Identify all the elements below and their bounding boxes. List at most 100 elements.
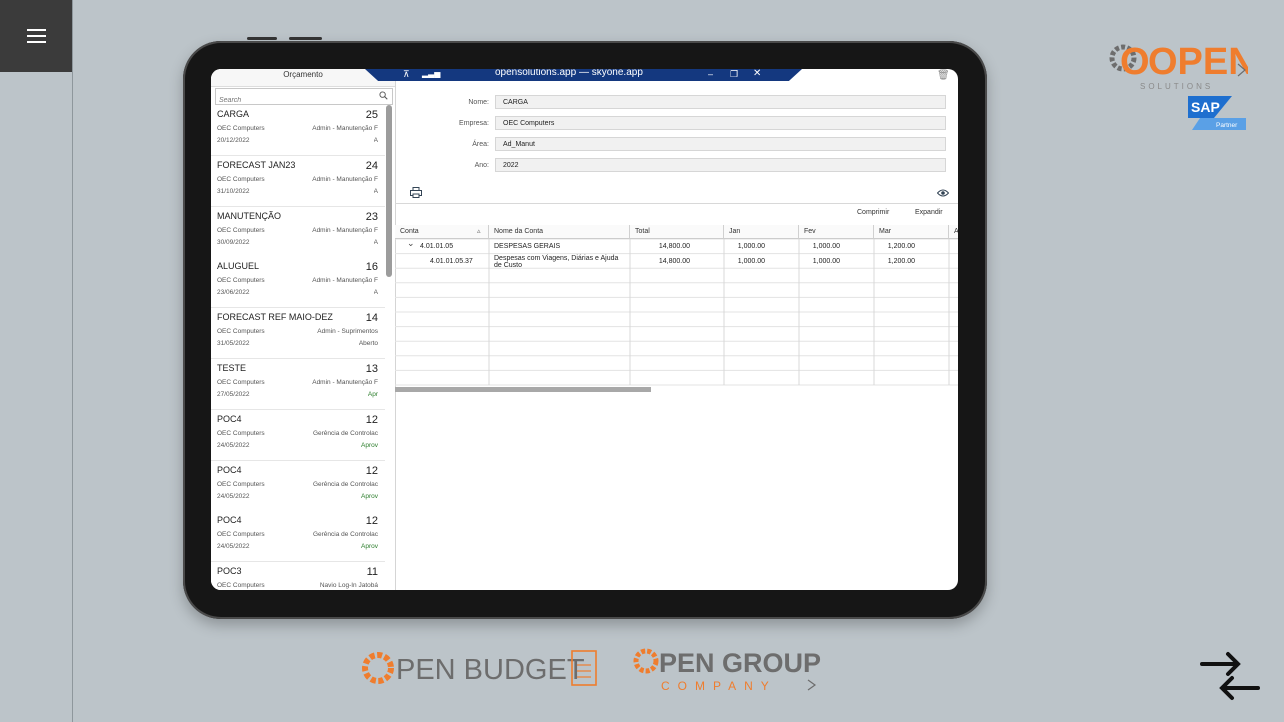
trash-icon[interactable]: 🗑 [937, 70, 950, 81]
ano-label: Ano: [474, 162, 489, 169]
grid-row[interactable]: ⌄ 4.01.01.05 DESPESAS GERAIS 14,800.00 1,000… [395, 238, 958, 255]
budget-list-pane: Orçamento CARGA 25 OEC Computers Admin - Ma… [211, 69, 396, 590]
remote-host-title: opensolutions.app — skyone.app [495, 69, 643, 78]
list-item-company: OEC Computers [217, 125, 265, 132]
list-item-status: Aprov [361, 492, 378, 500]
open-group-text: PEN GROUP [659, 648, 821, 678]
list-item-title: CARGA [217, 109, 250, 119]
list-item[interactable]: CARGA 25 OEC Computers Admin - Manutenção F… [211, 105, 385, 156]
list-item[interactable]: TESTE 13 OEC Computers Admin - Manutenção F… [211, 359, 385, 410]
list-item-number: 14 [365, 312, 378, 325]
empresa-field[interactable]: OEC Computers [495, 116, 946, 130]
grid-header-a[interactable]: A [949, 225, 958, 239]
grid-header-mar[interactable]: Mar [874, 225, 949, 239]
list-item-date: 23/06/2022 [217, 289, 250, 297]
list-item-number: 23 [365, 210, 378, 223]
list-item-area: Admin - Manutenção F [312, 125, 378, 132]
list-item-number: 24 [365, 159, 378, 172]
list-scrollbar[interactable] [386, 105, 392, 277]
list-item-status: Aberto [358, 340, 378, 348]
list-item-status: Apr [367, 391, 378, 398]
grid-cell-fev: 1,000.00 [812, 258, 840, 265]
list-item-area: Admin - Manutenção F [312, 175, 378, 183]
list-item-status: A [373, 289, 378, 297]
sort-icon[interactable]: ▵ [477, 227, 481, 235]
restore-icon[interactable]: ❐ [730, 69, 738, 79]
print-icon[interactable] [410, 187, 422, 198]
list-item-title: POC4 [217, 515, 242, 526]
list-item[interactable]: FORECAST REF MAIO-DEZ 14 OEC Computers Admi… [211, 308, 385, 360]
close-icon[interactable]: ✕ [753, 69, 761, 79]
partner-logo-text: Partner [1216, 122, 1238, 129]
list-item-company: OEC Computers [217, 531, 265, 539]
hamburger-icon [26, 29, 46, 43]
comprimir-button[interactable]: Comprimir [857, 209, 889, 216]
grid-cell-mar: 1,200.00 [887, 243, 915, 250]
grid-cell-fev: 1,000.00 [812, 243, 840, 250]
remote-session-bar: ⊼ ▂▃▅ opensolutions.app — skyone.app – ❐… [365, 69, 802, 81]
sap-logo-text: SAP [1191, 99, 1220, 115]
grid-cell-nome: DESPESAS GERAIS [494, 243, 561, 250]
list-item-date: 31/05/2022 [217, 340, 250, 348]
list-item[interactable]: POC4 12 OEC Computers Gerência de Controlac… [211, 460, 385, 512]
grid-header-fev[interactable]: Fev [799, 225, 874, 239]
tablet-top-button [247, 37, 277, 40]
grid-cell-total: 14,800.00 [658, 258, 690, 265]
list-item[interactable]: FORECAST JAN23 24 OEC Computers Admin - Man… [211, 155, 385, 207]
list-item-title: TESTE [217, 363, 247, 373]
list-item-area: Admin - Suprimentos [317, 328, 378, 336]
list-item-company: OEC Computers [217, 226, 265, 234]
open-logo-text: OPEN [1148, 41, 1248, 83]
accounts-grid: Conta Nome da Conta Total Jan Fev Mar A ▵ ⌄ 4.01… [395, 225, 958, 390]
list-item-status: A [373, 137, 378, 144]
list-item-title: POC4 [217, 413, 242, 424]
list-item-area: Gerência de Controlac [312, 429, 378, 437]
expand-chevron-icon[interactable]: ⌄ [407, 238, 415, 249]
grid-header-conta[interactable]: Conta [395, 225, 489, 239]
grid-cell-conta: 4.01.01.05 [420, 243, 454, 250]
nome-field[interactable]: CARGA [495, 95, 946, 109]
collapse-arrows-icon[interactable] [1198, 650, 1262, 702]
list-item-company: OEC Computers [217, 429, 265, 437]
list-item[interactable]: POC3 11 OEC Computers Navio Log-In Jatobá [211, 562, 385, 590]
grid-row[interactable]: 4.01.01.05.37 Despesas com Viagens, Diári… [395, 255, 958, 270]
pin-icon[interactable]: ⊼ [403, 69, 410, 79]
list-item-company: OEC Computers [217, 582, 265, 590]
list-item-status: Aprov [361, 543, 378, 551]
list-item[interactable]: POC4 12 OEC Computers Gerência de Controlac… [211, 409, 385, 461]
grid-cell-conta: 4.01.01.05.37 [430, 258, 473, 265]
list-item[interactable]: ALUGUEL 16 OEC Computers Admin - Manutenção… [211, 257, 385, 309]
solutions-logo-text: SOLUTIONS [1140, 82, 1213, 91]
list-item-area: Admin - Manutenção F [312, 226, 378, 234]
minimize-icon[interactable]: – [708, 69, 713, 79]
left-rail [0, 0, 73, 722]
grid-cell-jan: 1,000.00 [737, 258, 765, 265]
search-box[interactable] [215, 88, 393, 107]
list-item-date: 27/05/2022 [217, 391, 250, 398]
list-item-title: POC4 [217, 464, 242, 475]
grid-horizontal-scrollbar[interactable] [395, 387, 651, 392]
eye-icon[interactable] [937, 189, 949, 197]
list-item-title: POC3 [217, 566, 242, 577]
search-icon[interactable] [379, 91, 388, 100]
hamburger-menu-button[interactable] [0, 0, 72, 72]
list-item-company: OEC Computers [217, 175, 265, 183]
list-item[interactable]: POC4 12 OEC Computers Gerência de Controlac… [211, 511, 385, 563]
grid-header-jan[interactable]: Jan [724, 225, 799, 239]
ano-field[interactable]: 2022 [495, 158, 946, 172]
nome-label: Nome: [468, 99, 489, 106]
list-item-number: 12 [365, 464, 378, 477]
area-field[interactable]: Ad_Manut [495, 137, 946, 151]
list-item-date: 24/05/2022 [217, 543, 250, 551]
grid-header-total[interactable]: Total [630, 225, 724, 239]
grid-cell-mar: 1,200.00 [887, 258, 915, 265]
list-item-title: FORECAST REF MAIO-DEZ [217, 312, 333, 323]
list-item-title: ALUGUEL [217, 261, 260, 272]
list-item[interactable]: MANUTENÇÃO 23 OEC Computers Admin - Manuten… [211, 206, 385, 258]
grid-header-nome-da-conta[interactable]: Nome da Conta [489, 225, 630, 239]
expandir-button[interactable]: Expandir [915, 209, 943, 216]
list-item-company: OEC Computers [217, 328, 265, 336]
list-item-date: 20/12/2022 [217, 137, 250, 144]
list-item-date: 30/09/2022 [217, 238, 250, 246]
grid-cell-nome: Despesas com Viagens, Diárias e Ajuda de… [494, 255, 619, 269]
